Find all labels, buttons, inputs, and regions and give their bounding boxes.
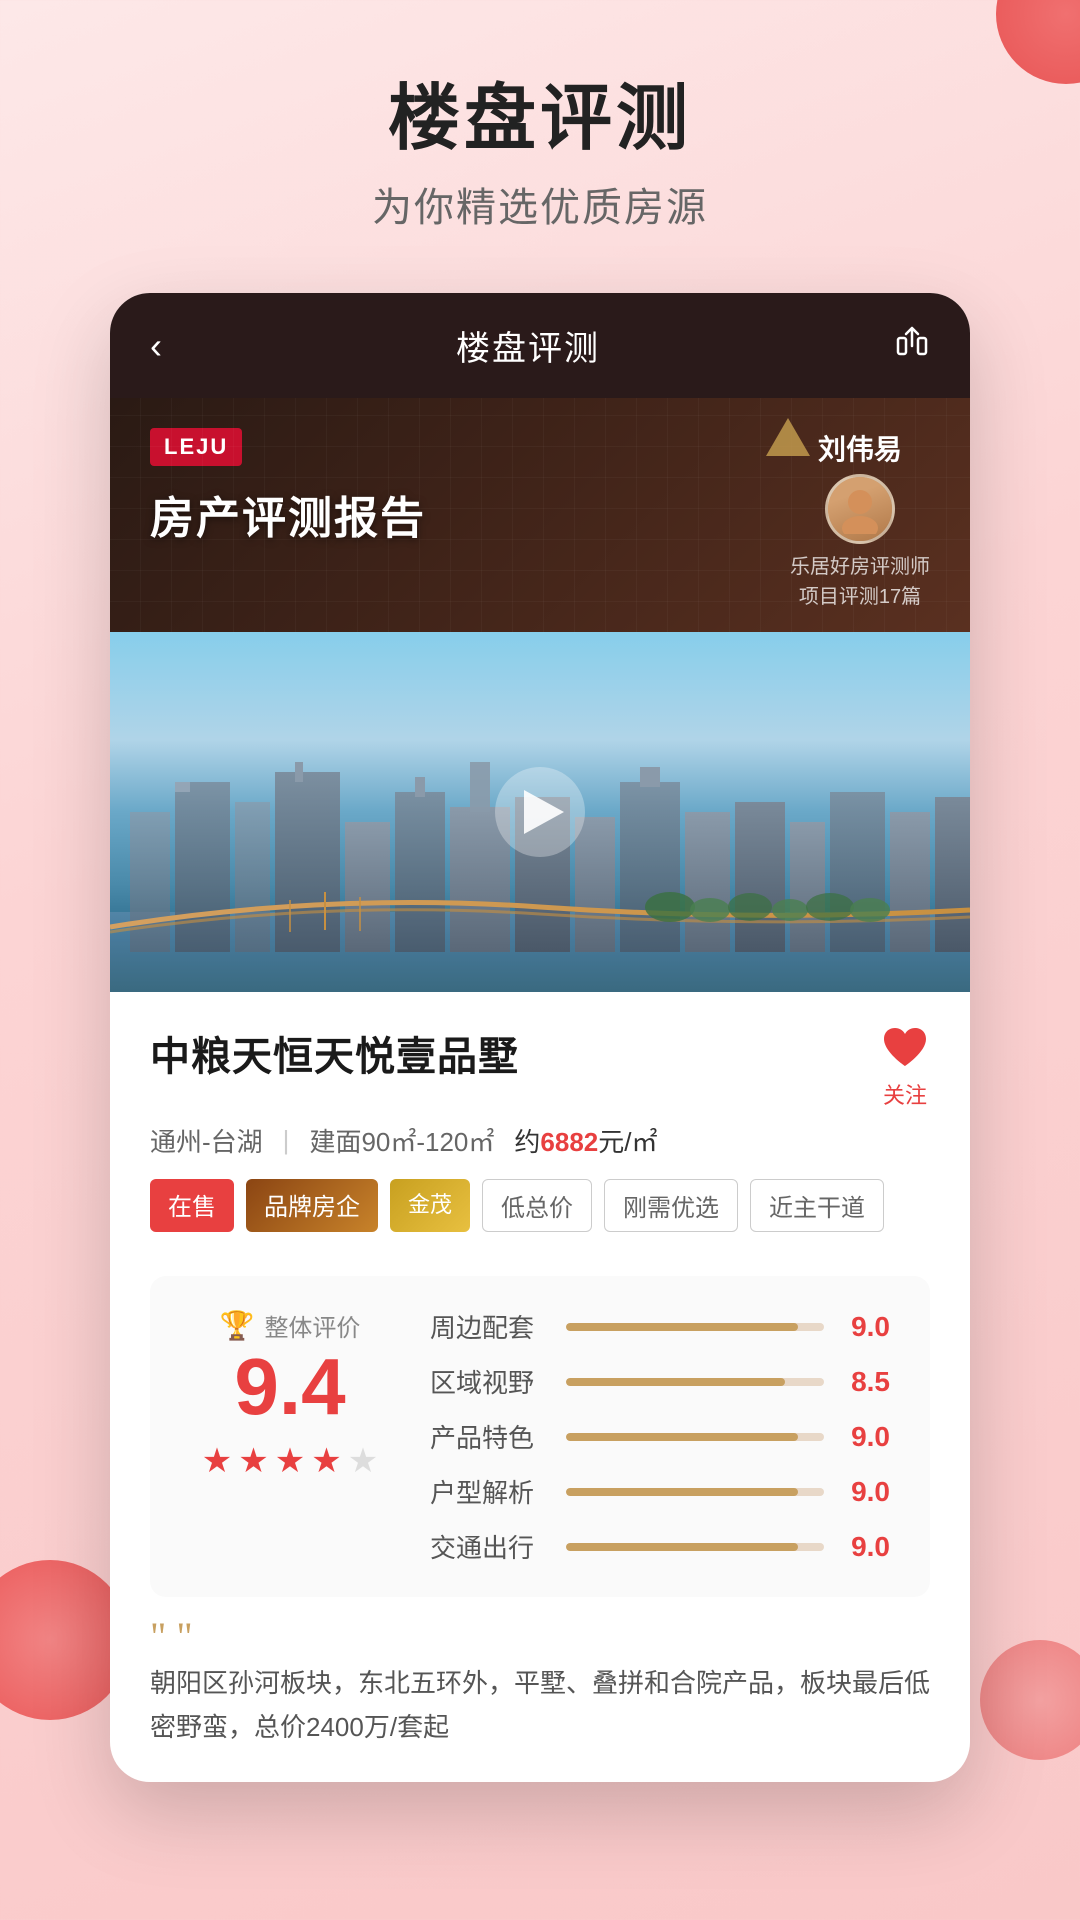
overall-score-area: 🏆 整体评价 9.4 ★ ★ ★ ★ ★ <box>190 1308 390 1481</box>
score-label-traffic: 交通出行 <box>430 1528 550 1565</box>
tag-near-road: 近主干道 <box>750 1179 884 1232</box>
reviewer-avatar <box>825 474 895 544</box>
stars-row: ★ ★ ★ ★ ★ <box>202 1441 378 1481</box>
reviewer-name: 刘伟易 <box>818 428 902 468</box>
score-label-surrounding: 周边配套 <box>430 1308 550 1345</box>
report-title: 房产评测报告 <box>150 482 426 546</box>
score-bar-bg-product <box>566 1433 824 1441</box>
deco-blob-bottom-right <box>980 1640 1080 1760</box>
description-text: 朝阳区孙河板块，东北五环外，平墅、叠拼和合院产品，板块最后低密野蛮，总价2400… <box>150 1661 930 1749</box>
detail-scores: 周边配套 9.0 区域视野 8.5 产品特色 9.0 <box>430 1308 890 1565</box>
heart-icon <box>880 1024 930 1074</box>
meta-divider: | <box>283 1125 290 1156</box>
star-5: ★ <box>348 1441 378 1481</box>
property-section: 中粮天恒天悦壹品墅 关注 通州-台湖 | 建面90㎡-120㎡ 约6882元/㎡… <box>110 992 970 1252</box>
score-val-view: 8.5 <box>840 1366 890 1398</box>
tag-jinmao: 金茂 <box>390 1179 470 1232</box>
favorite-button[interactable]: 关注 <box>880 1024 930 1110</box>
property-header: 中粮天恒天悦壹品墅 关注 <box>150 1024 930 1110</box>
overall-score: 9.4 <box>234 1343 345 1431</box>
property-location: 通州-台湖 <box>150 1122 263 1159</box>
star-4: ★ <box>311 1441 341 1481</box>
score-bar-bg-surrounding <box>566 1323 824 1331</box>
app-header-bar: ‹ 楼盘评测 <box>110 293 970 398</box>
score-label-product: 产品特色 <box>430 1418 550 1455</box>
tags-row: 在售 品牌房企 金茂 低总价 刚需优选 近主干道 <box>150 1179 930 1232</box>
page-subtitle: 为你精选优质房源 <box>0 175 1080 233</box>
tag-low-price: 低总价 <box>482 1179 592 1232</box>
tag-rigid-demand: 刚需优选 <box>604 1179 738 1232</box>
leju-badge: LEJU <box>150 428 242 466</box>
score-row-view: 区域视野 8.5 <box>430 1363 890 1400</box>
score-row-traffic: 交通出行 9.0 <box>430 1528 890 1565</box>
reviewer-area: 刘伟易 乐居好房评测师 项目评测17篇 <box>790 428 930 612</box>
star-2: ★ <box>238 1441 268 1481</box>
score-label-layout: 户型解析 <box>430 1473 550 1510</box>
score-bar-fill-traffic <box>566 1543 798 1551</box>
score-bar-bg-view <box>566 1378 824 1386</box>
description-section: " " 朝阳区孙河板块，东北五环外，平墅、叠拼和合院产品，板块最后低密野蛮，总价… <box>110 1621 970 1781</box>
property-name: 中粮天恒天悦壹品墅 <box>150 1024 519 1082</box>
score-row-layout: 户型解析 9.0 <box>430 1473 890 1510</box>
score-val-layout: 9.0 <box>840 1476 890 1508</box>
back-button[interactable]: ‹ <box>150 325 162 367</box>
award-icon: 🏆 <box>220 1309 255 1342</box>
property-meta: 通州-台湖 | 建面90㎡-120㎡ 约6882元/㎡ <box>150 1122 930 1159</box>
overall-label: 🏆 整体评价 <box>220 1308 361 1343</box>
avatar-face <box>828 477 892 541</box>
play-button[interactable] <box>495 767 585 857</box>
tag-sale: 在售 <box>150 1179 234 1232</box>
share-icon[interactable] <box>894 324 930 368</box>
score-bar-fill-product <box>566 1433 798 1441</box>
star-3: ★ <box>275 1441 305 1481</box>
score-val-product: 9.0 <box>840 1421 890 1453</box>
quote-mark: " " <box>150 1621 930 1653</box>
score-bar-fill-surrounding <box>566 1323 798 1331</box>
score-bar-bg-traffic <box>566 1543 824 1551</box>
rating-section: 🏆 整体评价 9.4 ★ ★ ★ ★ ★ 周边配套 9.0 区域视野 <box>150 1276 930 1597</box>
score-val-traffic: 9.0 <box>840 1531 890 1563</box>
star-1: ★ <box>202 1441 232 1481</box>
tag-brand: 品牌房企 <box>246 1179 378 1232</box>
property-price: 约6882元/㎡ <box>514 1122 657 1159</box>
property-area: 建面90㎡-120㎡ <box>309 1122 494 1159</box>
play-triangle-icon <box>524 790 564 834</box>
reviewer-desc: 乐居好房评测师 项目评测17篇 <box>790 552 930 612</box>
phone-card: ‹ 楼盘评测 LEJU 房产评测报告 刘伟易 <box>110 293 970 1781</box>
score-bar-bg-layout <box>566 1488 824 1496</box>
header-section: 楼盘评测 为你精选优质房源 <box>0 0 1080 233</box>
score-row-product: 产品特色 9.0 <box>430 1418 890 1455</box>
score-label-view: 区域视野 <box>430 1363 550 1400</box>
score-row-surrounding: 周边配套 9.0 <box>430 1308 890 1345</box>
leju-logo-area: LEJU 房产评测报告 <box>150 428 426 546</box>
video-section[interactable] <box>110 632 970 992</box>
page-main-title: 楼盘评测 <box>0 80 1080 159</box>
app-bar-title: 楼盘评测 <box>456 321 600 370</box>
report-banner: LEJU 房产评测报告 刘伟易 乐居好房评测师 项目评测17篇 <box>110 398 970 632</box>
score-bar-fill-layout <box>566 1488 798 1496</box>
favorite-label: 关注 <box>883 1078 927 1110</box>
score-bar-fill-view <box>566 1378 785 1386</box>
score-val-surrounding: 9.0 <box>840 1311 890 1343</box>
